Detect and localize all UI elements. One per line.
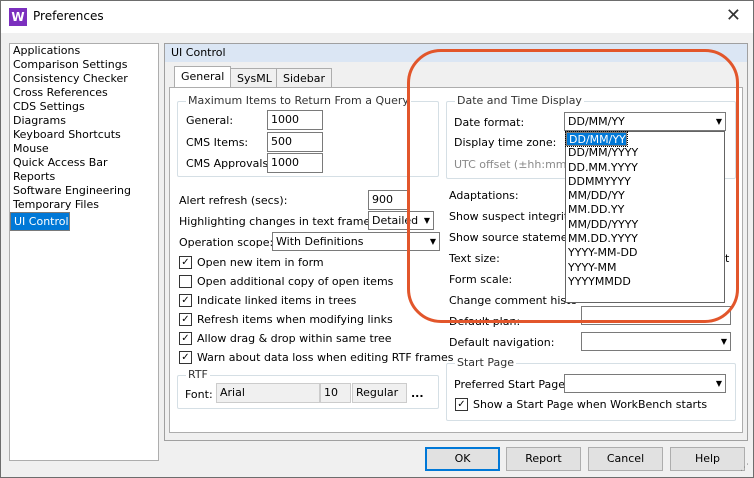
nav-item[interactable]: Comparison Settings [10, 58, 158, 72]
nav-item[interactable]: Cross References [10, 86, 158, 100]
preferred-start-label: Preferred Start Page: [454, 378, 569, 391]
app-logo-icon: W [9, 8, 27, 26]
ok-button[interactable]: OK [425, 447, 500, 471]
window-title: Preferences [33, 9, 104, 23]
font-style-field[interactable]: Regular [352, 383, 407, 403]
cms-items-input[interactable]: 500 [267, 132, 323, 152]
cms-approvals-label: CMS Approvals: [186, 157, 272, 170]
option-checkbox[interactable]: ✓ [179, 332, 192, 345]
tab-sysml[interactable]: SysML [230, 68, 279, 89]
option-checkbox-label: Open new item in form [197, 256, 324, 269]
title-bar: W Preferences ✕ [1, 1, 753, 33]
nav-item[interactable]: Quick Access Bar [10, 156, 158, 170]
nav-item[interactable]: Reports [10, 170, 158, 184]
highlight-annotation [407, 49, 739, 323]
show-start-page-checkbox[interactable]: ✓ [455, 398, 468, 411]
option-checkbox[interactable]: ✓ [179, 351, 192, 364]
option-checkbox-label: Indicate linked items in trees [197, 294, 357, 307]
option-checkbox[interactable]: ✓ [179, 256, 192, 269]
option-checkbox[interactable]: ✓ [179, 294, 192, 307]
chevron-down-icon: ▼ [720, 337, 727, 346]
cms-approvals-input[interactable]: 1000 [267, 153, 323, 173]
show-start-page-label: Show a Start Page when WorkBench starts [473, 398, 708, 411]
option-checkbox-label: Warn about data loss when editing RTF fr… [197, 351, 454, 364]
start-page-legend: Start Page [455, 356, 516, 369]
scope-select-value: With Definitions [276, 235, 364, 248]
preferences-window: W Preferences ✕ Applications Comparison S… [0, 0, 754, 478]
default-navigation-select[interactable]: ▼ [581, 332, 731, 351]
nav-item[interactable]: Mouse [10, 142, 158, 156]
chevron-down-icon: ▼ [715, 379, 722, 388]
rtf-legend: RTF [186, 368, 210, 381]
tab-sidebar[interactable]: Sidebar [276, 68, 333, 89]
nav-item[interactable]: Consistency Checker [10, 72, 158, 86]
default-navigation-label: Default navigation: [449, 336, 555, 349]
option-checkbox-label: Refresh items when modifying links [197, 313, 393, 326]
nav-item[interactable]: Applications [10, 44, 158, 58]
alert-refresh-label: Alert refresh (secs): [179, 194, 288, 207]
font-size-field[interactable]: 10 [320, 383, 351, 403]
scope-label: Operation scope: [179, 236, 274, 249]
font-browse-button[interactable]: ... [411, 387, 424, 400]
category-list[interactable]: Applications Comparison Settings Consisten… [9, 43, 159, 461]
cms-items-label: CMS Items: [186, 136, 249, 149]
max-items-legend: Maximum Items to Return From a Query [186, 94, 411, 107]
resize-grip-icon[interactable]: ⋰ [740, 463, 749, 473]
option-checkbox[interactable]: ✓ [179, 313, 192, 326]
nav-item[interactable]: Temporary Files [10, 198, 158, 212]
highlight-label: Highlighting changes in text frames: [179, 215, 380, 228]
font-name-field[interactable]: Arial [216, 383, 320, 403]
font-label: Font: [185, 388, 213, 401]
nav-item[interactable]: CDS Settings [10, 100, 158, 114]
alert-refresh-input[interactable]: 900 [368, 190, 408, 210]
nav-item[interactable]: Keyboard Shortcuts [10, 128, 158, 142]
report-button[interactable]: Report [506, 447, 581, 471]
option-checkbox-label: Allow drag & drop within same tree [197, 332, 392, 345]
option-checkbox-label: Open additional copy of open items [197, 275, 394, 288]
close-icon[interactable]: ✕ [726, 5, 741, 26]
option-checkbox[interactable] [179, 275, 192, 288]
general-max-input[interactable]: 1000 [267, 110, 323, 130]
nav-item[interactable]: Software Engineering [10, 184, 158, 198]
preferred-start-select[interactable]: ▼ [564, 374, 726, 393]
nav-item[interactable]: Diagrams [10, 114, 158, 128]
general-label: General: [186, 114, 234, 127]
cancel-button[interactable]: Cancel [588, 447, 663, 471]
nav-item[interactable]: UI Control [10, 212, 70, 231]
help-button[interactable]: Help [670, 447, 745, 471]
